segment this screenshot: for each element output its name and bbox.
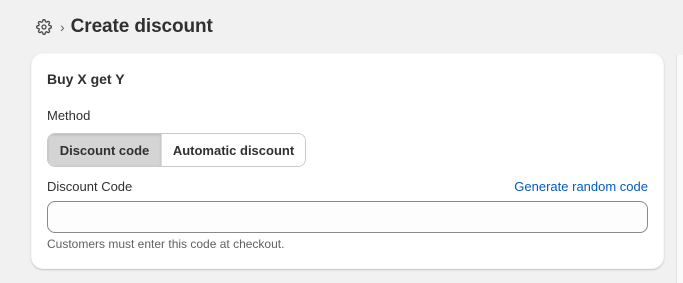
gear-icon[interactable] (35, 18, 53, 36)
breadcrumb-separator: › (60, 19, 65, 35)
discount-card: Buy X get Y Method Discount code Automat… (31, 53, 664, 269)
automatic-discount-option[interactable]: Automatic discount (161, 134, 305, 166)
method-label: Method (47, 108, 91, 123)
discount-code-input[interactable] (47, 201, 648, 233)
page-title: Create discount (70, 16, 213, 37)
discount-code-help-text: Customers must enter this code at checko… (47, 237, 285, 251)
discount-code-label: Discount Code (47, 179, 133, 194)
side-panel-edge (676, 55, 683, 283)
generate-random-code-link[interactable]: Generate random code (514, 179, 648, 194)
card-title: Buy X get Y (47, 71, 125, 87)
discount-code-option[interactable]: Discount code (48, 134, 161, 166)
page-header: › Create discount (35, 14, 213, 40)
method-segmented-control: Discount code Automatic discount (47, 133, 306, 167)
